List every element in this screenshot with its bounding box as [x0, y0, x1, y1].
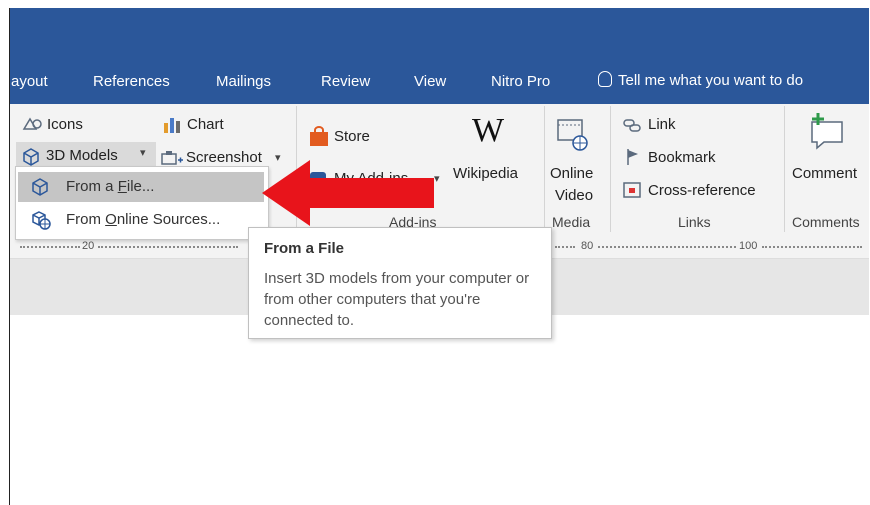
tooltip-body: Insert 3D models from your computer or f…	[264, 270, 530, 329]
tooltip-title: From a File	[264, 240, 345, 257]
ruler-ticks	[555, 246, 575, 250]
label-part: nline Sources...	[116, 211, 221, 228]
cross-reference-icon	[623, 182, 641, 198]
store-icon	[310, 126, 328, 146]
tab-layout[interactable]: ayout	[11, 73, 48, 90]
ruler-ticks	[762, 246, 862, 250]
group-label-comments: Comments	[792, 214, 860, 230]
cube-icon	[32, 178, 48, 196]
new-comment-icon	[811, 113, 843, 150]
wikipedia-logo-icon: W	[472, 112, 505, 149]
tab-references[interactable]: References	[93, 73, 170, 90]
menu-item-from-online-sources[interactable]: From Online Sources...	[18, 205, 264, 235]
tab-nitro-pro[interactable]: Nitro Pro	[491, 73, 550, 90]
ruler-ticks	[598, 246, 736, 250]
wikipedia-button[interactable]: Wikipedia	[453, 165, 518, 182]
tell-me-search[interactable]: Tell me what you want to do	[598, 71, 803, 89]
ribbon-tab-bar: ayout References Mailings Review View Ni…	[10, 60, 869, 104]
cube-globe-icon	[32, 211, 51, 230]
comment-button[interactable]: Comment	[792, 165, 857, 182]
bookmark-button[interactable]: Bookmark	[648, 149, 716, 166]
menu-item-label: From a File...	[66, 178, 154, 195]
screenshot-button[interactable]: Screenshot	[186, 149, 262, 166]
group-label-media: Media	[552, 214, 591, 230]
tab-review[interactable]: Review	[321, 73, 370, 90]
link-icon	[623, 119, 641, 132]
3d-models-label: 3D Models	[46, 147, 118, 164]
title-bar	[10, 8, 869, 60]
label-part: ile...	[126, 178, 155, 195]
tooltip-from-a-file: From a File Insert 3D models from your c…	[248, 227, 552, 339]
online-video-label-1[interactable]: Online	[550, 165, 593, 182]
document-page[interactable]	[10, 315, 869, 505]
group-divider	[784, 106, 785, 232]
online-video-label-2[interactable]: Video	[555, 187, 593, 204]
cross-reference-button[interactable]: Cross-reference	[648, 182, 756, 199]
icons-button[interactable]: Icons	[47, 116, 83, 133]
group-divider	[544, 106, 545, 232]
ruler-ticks	[20, 246, 80, 250]
label-part: From a	[66, 178, 118, 195]
word-window: ayout References Mailings Review View Ni…	[9, 8, 869, 505]
cube-icon	[23, 148, 39, 166]
tab-mailings[interactable]: Mailings	[216, 73, 271, 90]
chevron-down-icon: ▾	[140, 147, 146, 159]
group-label-links: Links	[678, 214, 711, 230]
lightbulb-icon	[598, 71, 612, 87]
screenshot-icon	[161, 151, 183, 165]
store-button[interactable]: Store	[334, 128, 370, 145]
menu-item-label: From Online Sources...	[66, 211, 220, 228]
ruler-number: 80	[581, 240, 594, 252]
ruler-ticks	[98, 246, 238, 250]
online-video-icon	[557, 119, 588, 151]
chart-icon	[164, 118, 180, 133]
icons-icon	[22, 117, 42, 130]
tab-view[interactable]: View	[414, 73, 446, 90]
access-key: O	[105, 211, 117, 228]
chart-button[interactable]: Chart	[187, 116, 224, 133]
bookmark-flag-icon	[627, 149, 638, 165]
3d-models-dropdown-menu: From a File... From Online Sources...	[15, 166, 269, 240]
red-arrow-annotation-icon	[262, 160, 434, 226]
ruler-number: 20	[82, 240, 95, 252]
link-button[interactable]: Link	[648, 116, 676, 133]
menu-item-from-a-file[interactable]: From a File...	[18, 172, 264, 202]
access-key: F	[117, 178, 127, 195]
ruler-number: 100	[739, 240, 758, 252]
tell-me-label: Tell me what you want to do	[618, 72, 804, 89]
group-divider	[610, 106, 611, 232]
label-part: From	[66, 211, 106, 228]
